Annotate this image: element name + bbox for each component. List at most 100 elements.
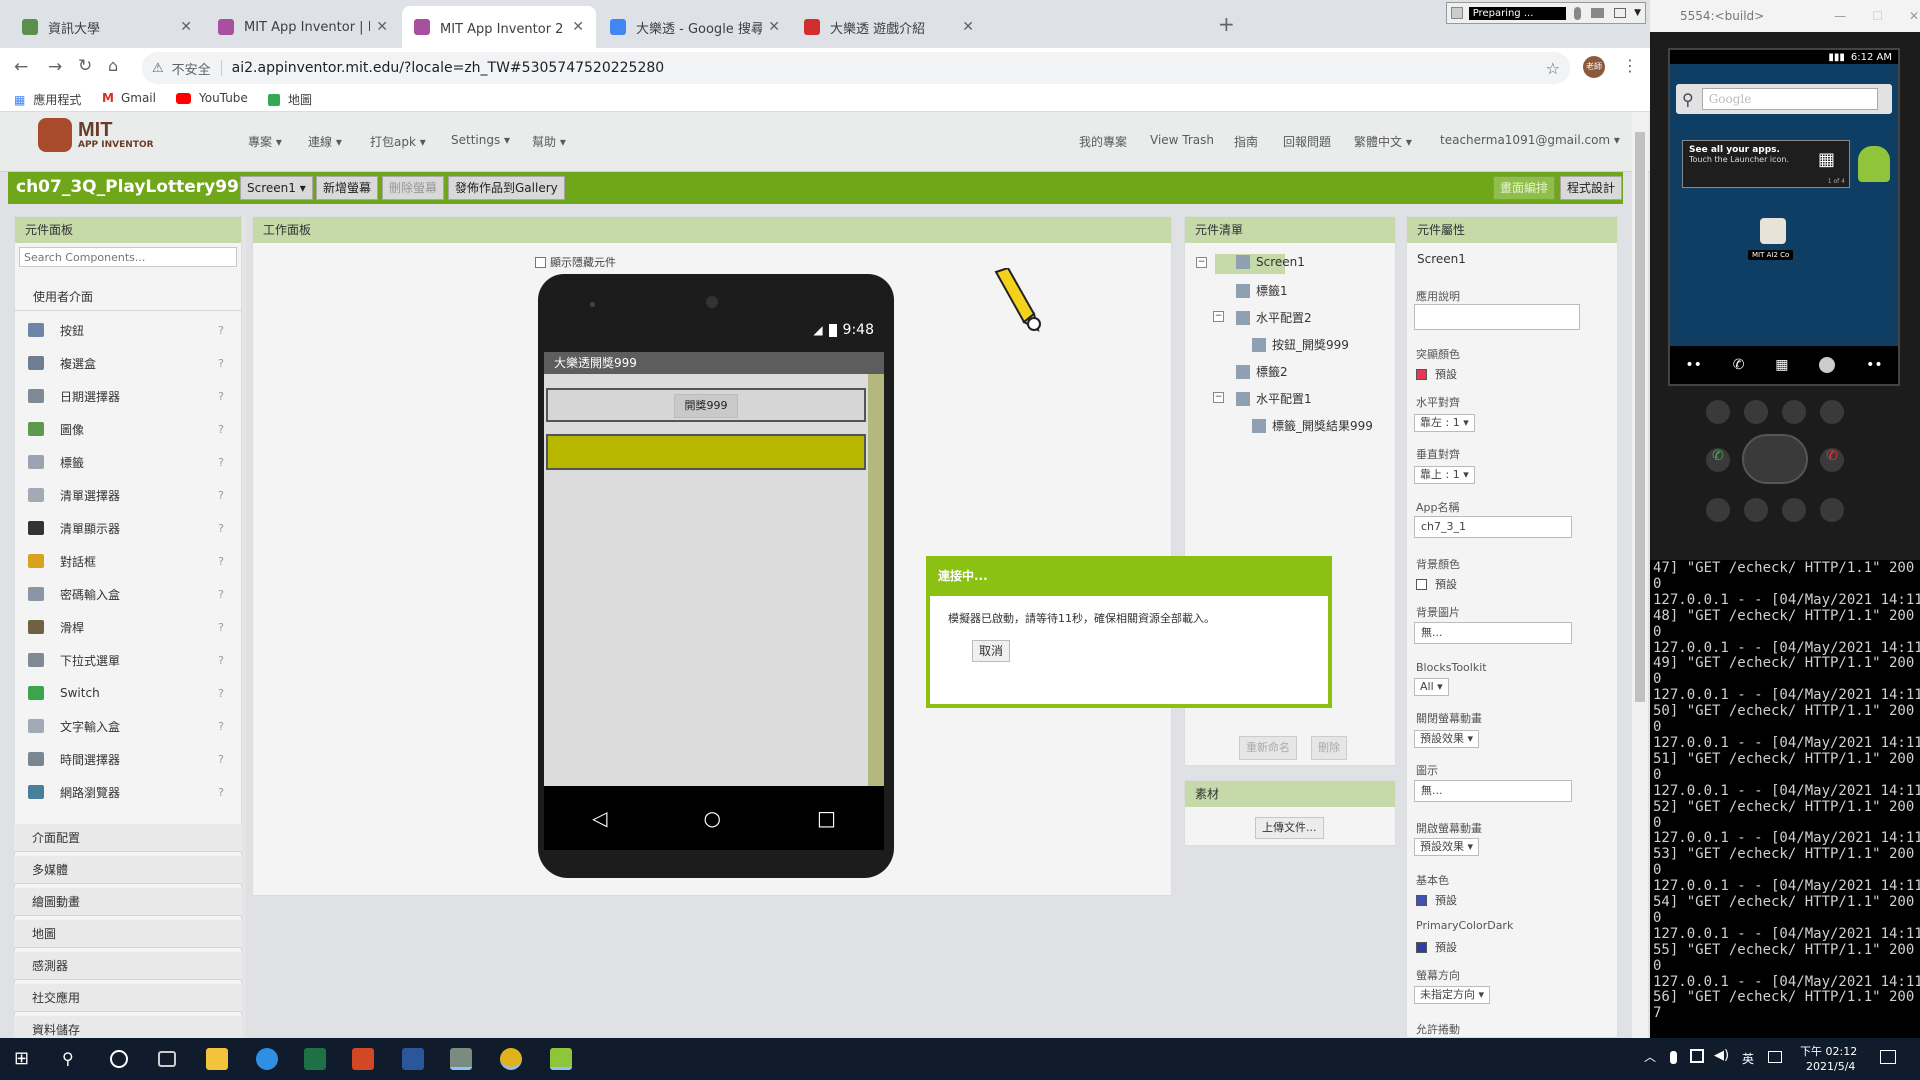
palette-category[interactable]: 介面配置	[14, 824, 242, 852]
palette-item[interactable]: 按鈕?	[28, 316, 238, 344]
tree-item[interactable]: 水平配置1	[1236, 390, 1312, 407]
palette-item[interactable]: Switch?	[28, 679, 238, 707]
prop-blocks-dropdown[interactable]: All ▾	[1414, 678, 1449, 696]
tree-item[interactable]: 按鈕_開獎999	[1252, 336, 1349, 353]
help-icon[interactable]: ?	[218, 423, 224, 436]
dialog-cancel-button[interactable]: 取消	[972, 640, 1011, 662]
palette-item[interactable]: 網路瀏覽器?	[28, 778, 238, 806]
palette-item[interactable]: 日期選擇器?	[28, 382, 238, 410]
cortana-icon[interactable]	[110, 1050, 128, 1068]
tray-network-icon[interactable]	[1690, 1049, 1704, 1063]
emulator-taskbar-icon[interactable]	[450, 1048, 472, 1070]
home-icon[interactable]: ⌂	[108, 56, 118, 75]
palette-item[interactable]: 文字輸入盒?	[28, 712, 238, 740]
back-icon[interactable]: ←	[14, 57, 28, 77]
android-taskbar-icon[interactable]	[550, 1048, 572, 1070]
browser-tab[interactable]: MIT App Inventor 2 測試版 ✕	[402, 6, 596, 48]
reload-icon[interactable]: ↻	[78, 56, 92, 76]
forward-icon[interactable]: →	[48, 57, 62, 77]
dock-phone-icon[interactable]: ✆	[1733, 357, 1745, 373]
top-menu-item[interactable]: 連線 ▾	[308, 133, 342, 150]
prop-primary-dark-color[interactable]: 預設	[1416, 939, 1457, 955]
delete-component-button[interactable]: 刪除	[1311, 736, 1347, 760]
palette-category[interactable]: 社交應用	[14, 984, 242, 1012]
star-icon[interactable]: ☆	[1546, 59, 1560, 78]
emu-power-button[interactable]	[1820, 400, 1844, 424]
emu-end-call-button[interactable]: ✆	[1820, 448, 1844, 472]
help-icon[interactable]: ?	[218, 522, 224, 535]
tray-date[interactable]: 2021/5/4	[1806, 1060, 1855, 1073]
browser-tab[interactable]: 大樂透 遊戲介紹 ✕	[792, 6, 986, 48]
notification-center-icon[interactable]	[1880, 1050, 1896, 1064]
prop-bgimage-input[interactable]: 無...	[1414, 622, 1572, 644]
nav-home-icon[interactable]: ○	[704, 806, 721, 830]
browser-tab[interactable]: 大樂透 - Google 搜尋 ✕	[598, 6, 792, 48]
windows-start-icon[interactable]: ⊞	[14, 1048, 36, 1070]
emu-search-button[interactable]	[1820, 498, 1844, 522]
palette-item[interactable]: 圖像?	[28, 415, 238, 443]
top-menu-item[interactable]: Settings ▾	[451, 133, 510, 147]
palette-item[interactable]: 密碼輸入盒?	[28, 580, 238, 608]
tree-toggle-icon[interactable]: −	[1196, 257, 1207, 268]
help-icon[interactable]: ?	[218, 588, 224, 601]
emu-volume-down-button[interactable]	[1744, 400, 1768, 424]
lottery-button[interactable]: 開獎999	[674, 394, 738, 418]
new-tab-button[interactable]: +	[1218, 12, 1235, 36]
emu-camera-button[interactable]	[1706, 400, 1730, 424]
prop-open-anim-dropdown[interactable]: 預設效果 ▾	[1414, 838, 1480, 856]
help-icon[interactable]: ?	[218, 621, 224, 634]
palette-category[interactable]: 地圖	[14, 920, 242, 948]
tray-mic-icon[interactable]	[1670, 1051, 1677, 1064]
emulator-search-widget[interactable]: ⚲ Google	[1676, 84, 1892, 114]
browser-tab[interactable]: 資訊大學 ✕	[10, 6, 204, 48]
app-inventor-logo[interactable]: MIT APP INVENTOR	[38, 118, 154, 152]
emu-dpad[interactable]	[1742, 434, 1808, 484]
palette-item[interactable]: 複選盒?	[28, 349, 238, 377]
prop-icon-input[interactable]: 無...	[1414, 780, 1572, 802]
help-icon[interactable]: ?	[218, 390, 224, 403]
help-icon[interactable]: ?	[218, 324, 224, 337]
blocks-view-button[interactable]: 程式設計	[1560, 176, 1623, 200]
task-view-icon[interactable]	[158, 1051, 176, 1067]
tree-toggle-icon[interactable]: −	[1213, 392, 1224, 403]
remove-screen-button[interactable]: 刪除螢幕	[382, 176, 445, 200]
prop-bgcolor-color[interactable]: 預設	[1416, 576, 1457, 592]
tray-keyboard-icon[interactable]	[1768, 1051, 1782, 1063]
emulator-screen[interactable]: ▮▮▮ 6:12 AM ⚲ Google See all your apps. …	[1668, 48, 1900, 386]
recording-widget[interactable]: Preparing ... ▼	[1446, 2, 1646, 24]
palette-item[interactable]: 清單顯示器?	[28, 514, 238, 542]
prop-close-anim-dropdown[interactable]: 預設效果 ▾	[1414, 730, 1480, 748]
right-menu-item[interactable]: View Trash	[1150, 133, 1214, 147]
bookmark-youtube[interactable]: YouTube	[176, 91, 248, 105]
right-menu-item[interactable]: 回報問題	[1283, 133, 1331, 150]
palette-category[interactable]: 多媒體	[14, 856, 242, 884]
tab-close-icon[interactable]: ✕	[962, 19, 974, 35]
dock-launcher-icon[interactable]: ▦	[1775, 357, 1788, 373]
screen-scrollbar[interactable]	[868, 374, 884, 786]
help-icon[interactable]: ?	[218, 456, 224, 469]
mit-ai2-app-icon[interactable]	[1760, 218, 1786, 244]
add-screen-button[interactable]: 新增螢幕	[316, 176, 379, 200]
right-menu-item[interactable]: 指南	[1234, 133, 1258, 150]
search-components-input[interactable]	[19, 247, 237, 267]
prop-about-textarea[interactable]	[1414, 304, 1580, 330]
palette-scrollbar[interactable]	[242, 216, 246, 1038]
bookmark-apps[interactable]: ▦ 應用程式	[14, 91, 81, 108]
help-icon[interactable]: ?	[218, 720, 224, 733]
palette-category[interactable]: 繪圖動畫	[14, 888, 242, 916]
screen-selector[interactable]: Screen1 ▾	[240, 176, 313, 200]
palette-item[interactable]: 時間選擇器?	[28, 745, 238, 773]
tree-item[interactable]: 標籤_開獎結果999	[1252, 417, 1373, 434]
tray-ime-label[interactable]: 英	[1742, 1050, 1754, 1067]
help-icon[interactable]: ?	[218, 489, 224, 502]
top-menu-item[interactable]: 專案 ▾	[248, 133, 282, 150]
prop-primary-color[interactable]: 預設	[1416, 892, 1457, 908]
palette-item[interactable]: 下拉式選單?	[28, 646, 238, 674]
palette-item[interactable]: 滑桿?	[28, 613, 238, 641]
tray-volume-icon[interactable]: ◀)	[1714, 1048, 1729, 1063]
prop-valign-dropdown[interactable]: 靠上 : 1 ▾	[1414, 466, 1475, 484]
palette-item[interactable]: 標籤?	[28, 448, 238, 476]
help-icon[interactable]: ?	[218, 654, 224, 667]
palette-item[interactable]: 清單選擇器?	[28, 481, 238, 509]
nav-recents-icon[interactable]: □	[817, 806, 836, 830]
